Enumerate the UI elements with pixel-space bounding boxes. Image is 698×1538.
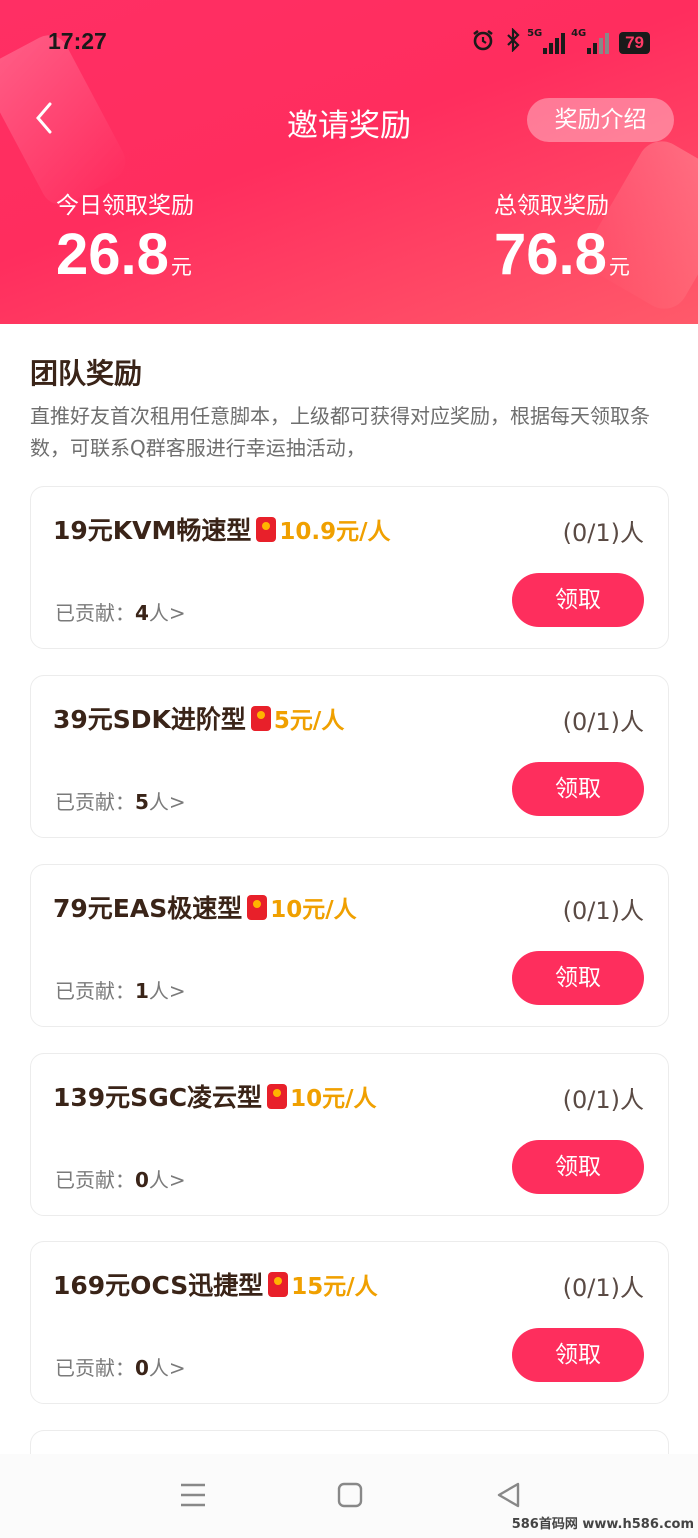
claim-button[interactable]: 领取 <box>512 1140 644 1194</box>
card-count: (0/1)人 <box>562 1086 644 1114</box>
card-count: (0/1)人 <box>562 708 644 736</box>
home-icon[interactable] <box>335 1480 365 1510</box>
today-reward-stat: 今日领取奖励 26.8 元 <box>56 186 194 286</box>
alarm-icon <box>471 28 495 57</box>
card-reward: 15元/人 <box>291 1274 378 1300</box>
claim-button[interactable]: 领取 <box>512 1328 644 1382</box>
reward-card: 79元EAS极速型 10元/人 (0/1)人 已贡献：1人> 领取 <box>30 864 669 1027</box>
battery-icon: 79 <box>619 31 650 54</box>
card-title: 169元OCS迅捷型 <box>53 1271 264 1300</box>
reward-card: 169元OCS迅捷型 15元/人 (0/1)人 已贡献：0人> 领取 <box>30 1241 669 1404</box>
reward-intro-button[interactable]: 奖励介绍 <box>527 98 674 142</box>
card-title: 139元SGC凌云型 <box>53 1083 263 1112</box>
today-reward-unit: 元 <box>170 255 192 279</box>
menu-icon[interactable] <box>178 1480 208 1510</box>
status-time: 17:27 <box>48 28 107 54</box>
bluetooth-icon <box>505 27 521 57</box>
claim-button[interactable]: 领取 <box>512 951 644 1005</box>
today-reward-value: 26.8 <box>56 222 169 287</box>
card-count: (0/1)人 <box>562 897 644 925</box>
claim-button[interactable]: 领取 <box>512 573 644 627</box>
red-envelope-icon <box>267 1084 288 1109</box>
contribution-link[interactable]: 已贡献：0人> <box>55 1164 186 1193</box>
header: 17:27 5G 4G 79 邀请奖励 奖励介绍 今日领取奖励 26.8 元 总… <box>0 0 698 324</box>
card-reward: 5元/人 <box>273 708 345 734</box>
contribution-link[interactable]: 已贡献：5人> <box>55 786 186 815</box>
watermark: 586首码网 www.h586.com <box>511 1517 694 1532</box>
status-bar: 17:27 5G 4G 79 <box>0 22 698 62</box>
card-title: 39元SDK进阶型 <box>53 705 246 734</box>
card-count: (0/1)人 <box>562 1274 644 1302</box>
contribution-link[interactable]: 已贡献：0人> <box>55 1352 186 1381</box>
section-description: 直推好友首次租用任意脚本，上级都可获得对应奖励，根据每天领取条数，可联系Q群客服… <box>30 404 650 460</box>
contribution-link[interactable]: 已贡献：4人> <box>55 597 186 626</box>
back-icon[interactable] <box>494 1480 524 1510</box>
team-reward-section: 团队奖励 直推好友首次租用任意脚本，上级都可获得对应奖励，根据每天领取条数，可联… <box>0 324 698 1470</box>
red-envelope-icon <box>247 895 268 920</box>
card-title: 79元EAS极速型 <box>53 894 243 923</box>
system-navigation-bar: 586首码网 www.h586.com <box>0 1454 698 1538</box>
section-title: 团队奖励 <box>30 357 143 390</box>
total-reward-label: 总领取奖励 <box>494 193 609 219</box>
signal-5g-icon: 5G <box>527 28 566 54</box>
card-reward: 10元/人 <box>290 1086 377 1112</box>
card-count: (0/1)人 <box>562 519 644 547</box>
reward-card: 19元KVM畅速型 10.9元/人 (0/1)人 已贡献：4人> 领取 <box>30 486 669 649</box>
total-reward-stat: 总领取奖励 76.8 元 <box>494 186 630 286</box>
red-envelope-icon <box>256 517 277 542</box>
card-title: 19元KVM畅速型 <box>53 516 252 545</box>
total-reward-value: 76.8 <box>494 222 607 287</box>
red-envelope-icon <box>250 706 271 731</box>
total-reward-unit: 元 <box>608 255 630 279</box>
card-reward: 10元/人 <box>270 897 357 923</box>
reward-card: 139元SGC凌云型 10元/人 (0/1)人 已贡献：0人> 领取 <box>30 1053 669 1216</box>
signal-4g-icon: 4G <box>571 28 610 54</box>
reward-card: 39元SDK进阶型 5元/人 (0/1)人 已贡献：5人> 领取 <box>30 675 669 838</box>
today-reward-label: 今日领取奖励 <box>56 193 194 219</box>
claim-button[interactable]: 领取 <box>512 762 644 816</box>
contribution-link[interactable]: 已贡献：1人> <box>55 975 186 1004</box>
card-reward: 10.9元/人 <box>279 519 391 545</box>
red-envelope-icon <box>268 1272 289 1297</box>
